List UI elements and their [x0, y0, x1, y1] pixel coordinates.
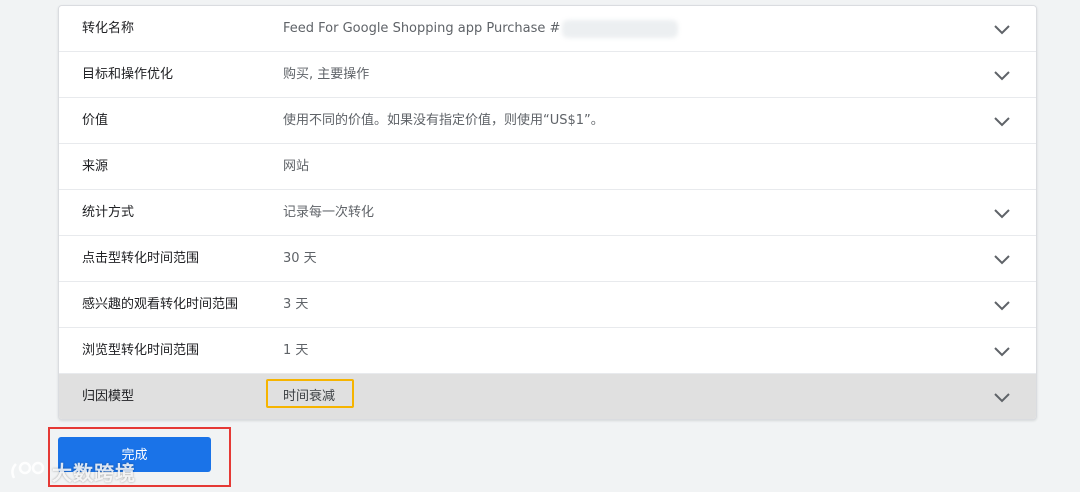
setting-row-count[interactable]: 统计方式 记录每一次转化 — [59, 190, 1036, 236]
chevron-down-icon[interactable] — [992, 295, 1012, 315]
setting-value: 时间衰减 — [283, 389, 336, 404]
conversion-settings-panel: 转化名称 Feed For Google Shopping app Purcha… — [58, 5, 1037, 420]
setting-label: 目标和操作优化 — [82, 67, 174, 82]
setting-row-conversion-name[interactable]: 转化名称 Feed For Google Shopping app Purcha… — [59, 6, 1036, 52]
setting-value-text: Feed For Google Shopping app Purchase # — [283, 21, 561, 36]
setting-label: 归因模型 — [82, 389, 135, 404]
setting-row-source: 来源 网站 — [59, 144, 1036, 190]
chevron-down-icon[interactable] — [992, 111, 1012, 131]
watermark: 大数跨境 — [8, 455, 136, 487]
setting-label: 转化名称 — [82, 21, 135, 36]
setting-value: 购买, 主要操作 — [283, 67, 370, 82]
setting-row-engaged-view-window[interactable]: 感兴趣的观看转化时间范围 3 天 — [59, 282, 1036, 328]
setting-row-goal-optimization[interactable]: 目标和操作优化 购买, 主要操作 — [59, 52, 1036, 98]
chevron-down-icon[interactable] — [992, 65, 1012, 85]
setting-label: 点击型转化时间范围 — [82, 251, 200, 266]
chevron-down-icon[interactable] — [992, 387, 1012, 407]
setting-value: 使用不同的价值。如果没有指定价值，则使用“US$1”。 — [283, 113, 604, 128]
watermark-text: 大数跨境 — [52, 460, 136, 485]
setting-value: 3 天 — [283, 297, 309, 312]
setting-value: 30 天 — [283, 251, 317, 266]
setting-value: 网站 — [283, 159, 310, 174]
setting-row-view-through-window[interactable]: 浏览型转化时间范围 1 天 — [59, 328, 1036, 374]
setting-value: Feed For Google Shopping app Purchase # — [283, 6, 679, 51]
setting-label: 来源 — [82, 159, 109, 174]
setting-value: 记录每一次转化 — [283, 205, 375, 220]
setting-row-value[interactable]: 价值 使用不同的价值。如果没有指定价值，则使用“US$1”。 — [59, 98, 1036, 144]
chevron-down-icon[interactable] — [992, 341, 1012, 361]
chevron-down-icon[interactable] — [992, 203, 1012, 223]
setting-label: 感兴趣的观看转化时间范围 — [82, 297, 239, 312]
redacted-area — [562, 19, 679, 38]
watermark-logo-icon — [11, 461, 45, 479]
setting-label: 统计方式 — [82, 205, 135, 220]
setting-label: 浏览型转化时间范围 — [82, 343, 200, 358]
chevron-down-icon[interactable] — [992, 19, 1012, 39]
setting-label: 价值 — [82, 113, 109, 128]
setting-row-click-window[interactable]: 点击型转化时间范围 30 天 — [59, 236, 1036, 282]
chevron-down-icon[interactable] — [992, 249, 1012, 269]
setting-row-attribution-model[interactable]: 归因模型 时间衰减 — [59, 374, 1036, 419]
setting-value: 1 天 — [283, 343, 309, 358]
